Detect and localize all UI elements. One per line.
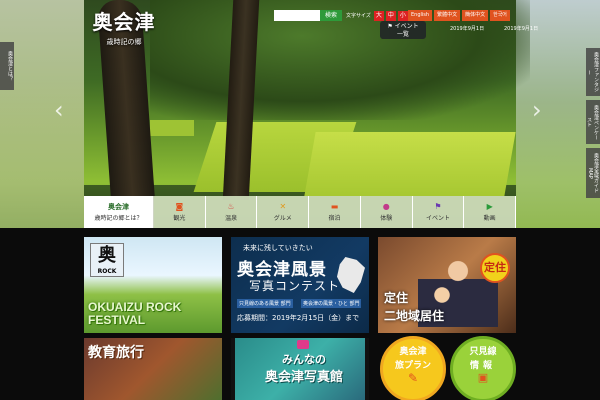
- photo-gallery-title: 奥会津写真館: [264, 370, 343, 385]
- side-tab-guide-map[interactable]: 奥会津全域ガイドMAP: [586, 148, 600, 198]
- contest-subtitle: 写真コンテスト: [249, 279, 341, 293]
- rock-title: OKUAIZU ROCK FESTIVAL: [88, 301, 220, 327]
- rock-logo-text: ROCK: [97, 268, 117, 275]
- settlement-subtitle: 二地域居住: [384, 309, 445, 323]
- photo-gallery-line: みんなの: [282, 353, 326, 366]
- lang-traditional-chinese-link[interactable]: 繁體中文: [434, 10, 461, 21]
- search-bar: 検索: [274, 10, 342, 21]
- rock-logo-kanji: 奥: [98, 245, 116, 266]
- nav-item-experience[interactable]: ● 体験: [361, 196, 413, 228]
- nav-item-gourmet[interactable]: ✕ グルメ: [257, 196, 310, 228]
- main-nav: 奥会津 歳時記の郷とは？ ◙ 観光 ♨ 温泉 ✕ グルメ ▬ 宿泊 ● 体験 ⚑…: [84, 196, 517, 228]
- video-icon: ▶: [486, 201, 493, 211]
- bed-icon: ▬: [330, 201, 339, 211]
- font-size-label: 文字サイズ: [346, 13, 371, 19]
- nav-item-label: 温泉: [225, 214, 238, 222]
- event-badge-sub: 一覧: [396, 31, 409, 38]
- nav-item-label: 体験: [380, 214, 393, 222]
- camera-icon: ◙: [175, 201, 184, 211]
- flag-icon: ⚑ イベント: [387, 23, 419, 30]
- contest-category: 只見線のある風景 部門: [237, 299, 293, 308]
- nav-item-label: グルメ: [273, 214, 292, 222]
- page: 奥会津 歳時記の郷 検索 文字サイズ 大 中 小 English 繁體中文 簡体…: [0, 0, 600, 400]
- event-list-button[interactable]: ⚑ イベント 一覧: [380, 21, 426, 39]
- logo-title: 奥会津: [92, 10, 156, 34]
- nav-item-label: 観光: [173, 214, 186, 222]
- train-icon: ▣: [477, 371, 489, 384]
- flag-icon: ⚑: [434, 201, 442, 211]
- onsen-icon: ♨: [227, 201, 235, 211]
- nav-item-video[interactable]: ▶ 動画: [464, 196, 517, 228]
- banner-educational-travel[interactable]: 教育旅行: [84, 338, 222, 400]
- pencil-icon: ✎: [407, 371, 419, 385]
- nav-item-event[interactable]: ⚑ イベント: [413, 196, 465, 228]
- lang-korean-link[interactable]: 한국어: [490, 10, 510, 21]
- font-size-large-button[interactable]: 大: [373, 10, 384, 21]
- nav-home[interactable]: 奥会津 歳時記の郷とは？: [84, 196, 154, 228]
- side-tab-about[interactable]: 奥会津とは？: [0, 42, 14, 90]
- search-input[interactable]: [274, 10, 320, 21]
- chevron-right-icon[interactable]: ›: [532, 95, 544, 125]
- contest-period: 応募期間：2019年2月15日（金）まで: [237, 314, 360, 322]
- nav-item-onsen[interactable]: ♨ 温泉: [206, 196, 258, 228]
- nav-item-lodging[interactable]: ▬ 宿泊: [309, 196, 361, 228]
- banner-rock-festival[interactable]: 奥 ROCK OKUAIZU ROCK FESTIVAL: [84, 237, 222, 333]
- camera-icon: [297, 340, 309, 349]
- nav-item-label: イベント: [425, 214, 450, 222]
- search-button[interactable]: 検索: [320, 10, 342, 21]
- rock-logo: 奥 ROCK: [90, 243, 124, 277]
- settlement-badge: 定住: [480, 253, 510, 283]
- edu-title: 教育旅行: [88, 345, 144, 361]
- hero-field: [150, 120, 194, 136]
- plan-line: 奥会津: [399, 347, 427, 357]
- event-badge-label: イベント: [394, 23, 419, 30]
- settlement-title: 定住: [384, 291, 409, 305]
- nav-item-label: 宿泊: [328, 214, 341, 222]
- banner-photo-contest[interactable]: 未来に残していきたい 奥会津風景 写真コンテスト 只見線のある風景 部門 奥会津…: [231, 237, 369, 333]
- side-tab-fantasy[interactable]: 奥会津ファンタジー: [586, 48, 600, 96]
- font-size-small-button[interactable]: 小: [397, 10, 408, 21]
- nav-home-label: 奥会津: [108, 203, 129, 211]
- lang-english-link[interactable]: English: [408, 10, 433, 21]
- contest-category: 奥会津の風景・ひと 部門: [301, 299, 362, 308]
- font-size-control: 文字サイズ 大 中 小: [346, 10, 408, 21]
- banner-photo-gallery[interactable]: みんなの 奥会津写真館: [231, 338, 369, 400]
- hero-field: [304, 132, 516, 196]
- info-line: 情報: [469, 361, 496, 371]
- language-switcher: English 繁體中文 簡体中文 한국어: [408, 10, 510, 21]
- date-label: 2019年9月1日: [450, 26, 485, 32]
- rock-title-line: FESTIVAL: [88, 313, 146, 327]
- contest-tagline: 未来に残していきたい: [243, 244, 313, 252]
- tadami-line-info-button[interactable]: 只見線 情報 ▣: [450, 336, 516, 400]
- plan-line: 旅プラン: [394, 361, 431, 371]
- date-label: 2019年9月1日: [504, 26, 539, 32]
- travel-plan-button[interactable]: 奥会津 旅プラン ✎: [380, 336, 446, 400]
- map-icon: [337, 257, 365, 293]
- hero-prev-slide: [0, 0, 84, 228]
- site-logo[interactable]: 奥会津 歳時記の郷: [90, 6, 158, 52]
- info-line: 只見線: [469, 347, 497, 357]
- nav-item-sightseeing[interactable]: ◙ 観光: [154, 196, 206, 228]
- experience-icon: ●: [382, 201, 390, 211]
- chevron-left-icon[interactable]: ‹: [54, 95, 66, 125]
- nav-home-question: 歳時記の郷とは？: [94, 215, 143, 222]
- font-size-medium-button[interactable]: 中: [385, 10, 396, 21]
- nav-item-label: 動画: [483, 214, 496, 222]
- banner-settlement[interactable]: 定住 定住 二地域居住: [378, 237, 516, 333]
- food-icon: ✕: [279, 201, 287, 211]
- side-tab-pencase[interactable]: 奥会津ペンケースト: [586, 100, 600, 144]
- logo-subtitle: 歳時記の郷: [106, 38, 142, 46]
- lang-simplified-chinese-link[interactable]: 簡体中文: [462, 10, 489, 21]
